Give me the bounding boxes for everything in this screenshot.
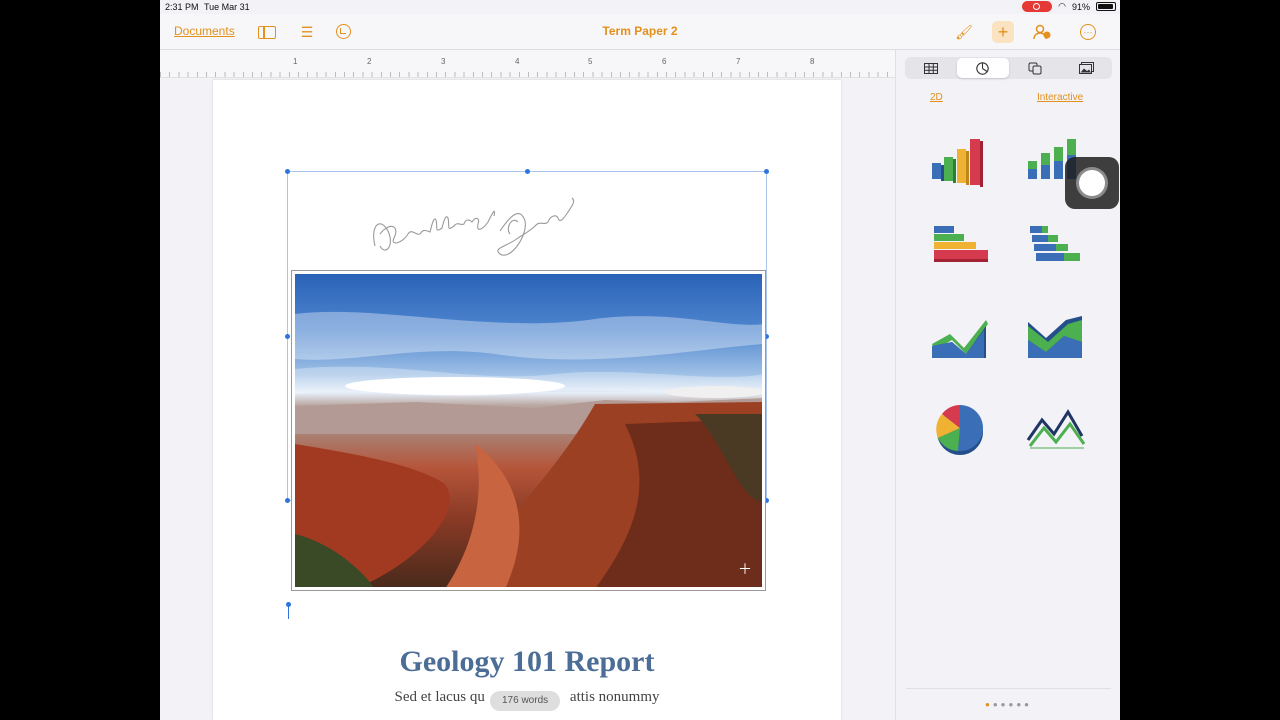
3d-area-chart-thumbnail[interactable] bbox=[1024, 312, 1088, 368]
screen-recording-icon bbox=[1022, 1, 1053, 12]
panel-divider bbox=[906, 688, 1111, 689]
chart-mode-selector: 2D 3D Interactive bbox=[896, 90, 1120, 110]
resize-handle[interactable] bbox=[525, 169, 530, 174]
3d-stacked-bar-chart-thumbnail[interactable] bbox=[1024, 222, 1088, 278]
list-icon[interactable]: ☰ bbox=[298, 23, 316, 41]
paintbrush-icon[interactable]: 🖌 bbox=[955, 23, 973, 41]
status-right: ◠ 91% bbox=[1022, 1, 1116, 12]
insert-tabs bbox=[905, 57, 1112, 79]
image-add-icon[interactable]: ＋ bbox=[738, 559, 752, 579]
wifi-icon: ◠ bbox=[1058, 1, 1066, 11]
ruler-tick: 5 bbox=[588, 57, 593, 66]
shapes-icon bbox=[1028, 62, 1042, 74]
battery-icon bbox=[1096, 2, 1116, 11]
battery-percentage: 91% bbox=[1071, 1, 1090, 12]
ruler-tick: 8 bbox=[810, 57, 815, 66]
ruler-tick: 6 bbox=[662, 57, 667, 66]
resize-handle[interactable] bbox=[285, 169, 290, 174]
3d-bar-chart-thumbnail[interactable] bbox=[928, 222, 992, 278]
chart-icon bbox=[976, 61, 990, 75]
3d-ribbon-chart-thumbnail[interactable] bbox=[1024, 400, 1088, 456]
resize-handle[interactable] bbox=[285, 498, 290, 503]
word-count-badge[interactable]: 176 words bbox=[490, 691, 561, 711]
tab-table[interactable] bbox=[905, 57, 956, 79]
canyon-landscape-image: ＋ bbox=[295, 274, 762, 587]
top-toolbar: Documents ☰ Term Paper 2 🖌 + ··· bbox=[160, 14, 1120, 50]
tab-media[interactable] bbox=[1061, 57, 1112, 79]
tab-chart[interactable] bbox=[957, 58, 1009, 78]
ruler-tick: 1 bbox=[293, 57, 298, 66]
ruler[interactable]: 1 2 3 4 5 6 7 8 bbox=[160, 50, 895, 78]
more-icon[interactable]: ··· bbox=[1080, 24, 1096, 40]
ruler-minor-ticks bbox=[160, 72, 895, 77]
resize-handle[interactable] bbox=[285, 334, 290, 339]
media-icon bbox=[1078, 62, 1094, 74]
collaborate-icon[interactable] bbox=[1033, 23, 1051, 41]
ruler-tick: 2 bbox=[367, 57, 372, 66]
mode-2d[interactable]: 2D bbox=[930, 92, 943, 103]
sidebar-icon[interactable] bbox=[258, 26, 276, 39]
text-cursor bbox=[286, 602, 291, 619]
body-text-start: Sed et lacus qu bbox=[394, 689, 485, 705]
status-time: 2:31 PM bbox=[165, 2, 199, 12]
3d-column-chart-thumbnail[interactable] bbox=[928, 135, 992, 191]
pages-app-window: Documents ☰ Term Paper 2 🖌 + ··· 1 2 3 4… bbox=[160, 0, 1120, 720]
3d-line-chart-thumbnail[interactable] bbox=[928, 312, 992, 368]
documents-button[interactable]: Documents bbox=[174, 24, 235, 38]
document-heading[interactable]: Geology 101 Report bbox=[160, 645, 894, 679]
page-indicator[interactable]: ●●●●●● bbox=[896, 700, 1120, 709]
insert-chart-panel: 2D 3D Interactive bbox=[895, 50, 1120, 720]
table-icon bbox=[923, 62, 938, 74]
ruler-tick: 3 bbox=[441, 57, 446, 66]
resize-handle[interactable] bbox=[764, 169, 769, 174]
assistive-touch-button[interactable] bbox=[1065, 157, 1119, 209]
handwritten-signature[interactable] bbox=[360, 176, 580, 276]
3d-pie-chart-thumbnail[interactable] bbox=[928, 400, 992, 456]
ruler-tick: 7 bbox=[736, 57, 741, 66]
status-date: Tue Mar 31 bbox=[204, 2, 250, 12]
undo-icon[interactable] bbox=[336, 24, 351, 39]
tab-shapes[interactable] bbox=[1010, 57, 1061, 79]
mode-interactive[interactable]: Interactive bbox=[1037, 92, 1083, 103]
grand-canyon-photo[interactable]: ＋ bbox=[291, 270, 766, 591]
body-text-end: attis nonummy bbox=[569, 689, 660, 705]
status-bar: 2:31 PM Tue Mar 31 ◠ 91% bbox=[0, 0, 1280, 14]
plus-icon[interactable]: + bbox=[992, 21, 1014, 43]
ruler-tick: 4 bbox=[515, 57, 520, 66]
